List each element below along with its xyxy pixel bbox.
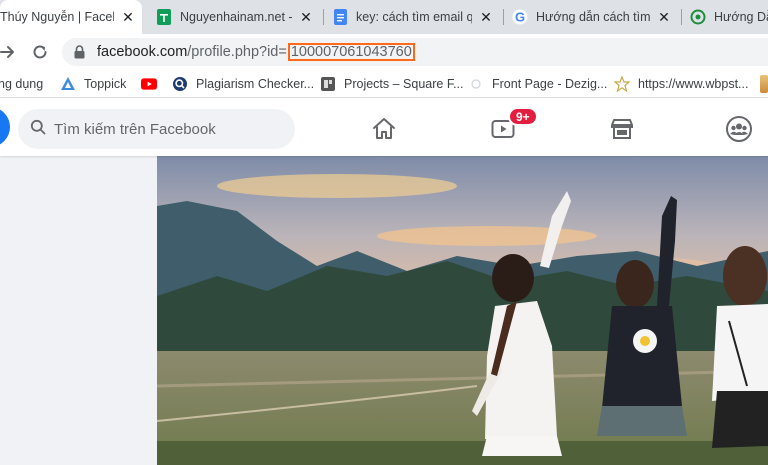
bookmark-label: Toppick — [84, 77, 127, 91]
square-projects-icon — [320, 76, 336, 92]
dezign-icon — [468, 76, 484, 92]
bookmark-label: Projects – Square F... — [344, 77, 464, 91]
close-icon[interactable]: ✕ — [120, 9, 136, 25]
browser-toolbar: facebook.com /profile.php?id= 1000070610… — [0, 34, 768, 70]
bookmark-partial-thumbnail[interactable] — [760, 75, 768, 93]
wbp-icon — [614, 76, 630, 92]
green-site-icon — [690, 9, 706, 25]
tab-nguyenhainam[interactable]: Nguyenhainam.net - C ✕ — [150, 0, 320, 34]
tab-divider — [503, 9, 504, 25]
close-icon[interactable]: ✕ — [298, 9, 314, 25]
close-icon[interactable]: ✕ — [478, 9, 494, 25]
bookmark-toppick[interactable]: Toppick — [60, 75, 126, 93]
close-icon[interactable]: ✕ — [656, 9, 672, 25]
bookmark-apps[interactable]: ng dụng — [0, 75, 43, 93]
bookmark-wbpst[interactable]: https://www.wbpst... — [614, 75, 748, 93]
google-icon: G — [512, 9, 528, 25]
plagiarism-checker-icon — [172, 76, 188, 92]
bookmark-label: Plagiarism Checker... — [196, 77, 315, 91]
url-profile-id-highlighted: 100007061043760 — [287, 43, 415, 61]
tab-title: key: cách tìm email qu — [356, 10, 472, 24]
svg-text:G: G — [515, 10, 525, 25]
bookmark-label: Front Page - Dezig... — [492, 77, 608, 91]
profile-cover-photo[interactable] — [157, 156, 768, 465]
youtube-icon — [141, 76, 157, 92]
address-bar[interactable]: facebook.com /profile.php?id= 1000070610… — [62, 38, 768, 66]
nav-home-button[interactable] — [364, 109, 404, 149]
bookmarks-bar: ng dụng Toppick Plagiarism Checker... Pr… — [0, 70, 768, 98]
browser-tab-strip: Thúy Nguyễn | Facebo ✕ Nguyenhainam.net … — [0, 0, 768, 34]
tab-title: Thúy Nguyễn | Facebo — [0, 10, 114, 24]
groups-icon — [726, 116, 752, 142]
toppick-icon — [60, 76, 76, 92]
bookmark-front-page-dezign[interactable]: Front Page - Dezig... — [468, 75, 607, 93]
bookmark-plagiarism-checker[interactable]: Plagiarism Checker... — [172, 75, 314, 93]
tab-huong-dan[interactable]: Hướng Dẫ — [684, 0, 768, 34]
nav-groups-button[interactable] — [719, 109, 759, 149]
nav-marketplace-button[interactable] — [602, 109, 642, 149]
lock-icon[interactable] — [74, 45, 88, 59]
url-host: facebook.com — [97, 44, 188, 60]
bookmark-label: https://www.wbpst... — [638, 77, 749, 91]
forward-button[interactable] — [0, 38, 22, 66]
bookmark-youtube[interactable] — [141, 75, 165, 93]
bookmark-square-projects[interactable]: Projects – Square F... — [320, 75, 464, 93]
tab-title: Nguyenhainam.net - C — [180, 10, 292, 24]
sheets-icon — [156, 9, 172, 25]
docs-icon — [332, 9, 348, 25]
search-icon — [30, 119, 46, 140]
marketplace-icon — [611, 119, 633, 139]
reload-button[interactable] — [26, 38, 54, 66]
forward-arrow-icon — [0, 46, 14, 58]
facebook-header — [0, 99, 768, 156]
tab-title: Hướng Dẫ — [714, 10, 768, 24]
tab-google-search[interactable]: G Hướng dẫn cách tìm e ✕ — [506, 0, 678, 34]
bookmark-label: ng dụng — [0, 77, 44, 91]
watch-notification-badge: 9+ — [508, 107, 538, 126]
reload-icon — [33, 45, 47, 59]
tab-facebook-profile[interactable]: Thúy Nguyễn | Facebo ✕ — [0, 0, 142, 34]
facebook-search-box[interactable] — [18, 109, 295, 149]
facebook-logo[interactable] — [0, 107, 10, 147]
tab-docs-key[interactable]: key: cách tìm email qu ✕ — [326, 0, 500, 34]
url-path: /profile.php?id= — [187, 44, 287, 60]
tab-divider — [323, 9, 324, 25]
profile-left-pane — [0, 156, 157, 465]
tab-divider — [681, 9, 682, 25]
tab-title: Hướng dẫn cách tìm e — [536, 10, 650, 24]
facebook-search-input[interactable] — [54, 120, 284, 138]
home-icon — [373, 118, 395, 139]
cover-photo-image — [157, 156, 768, 465]
